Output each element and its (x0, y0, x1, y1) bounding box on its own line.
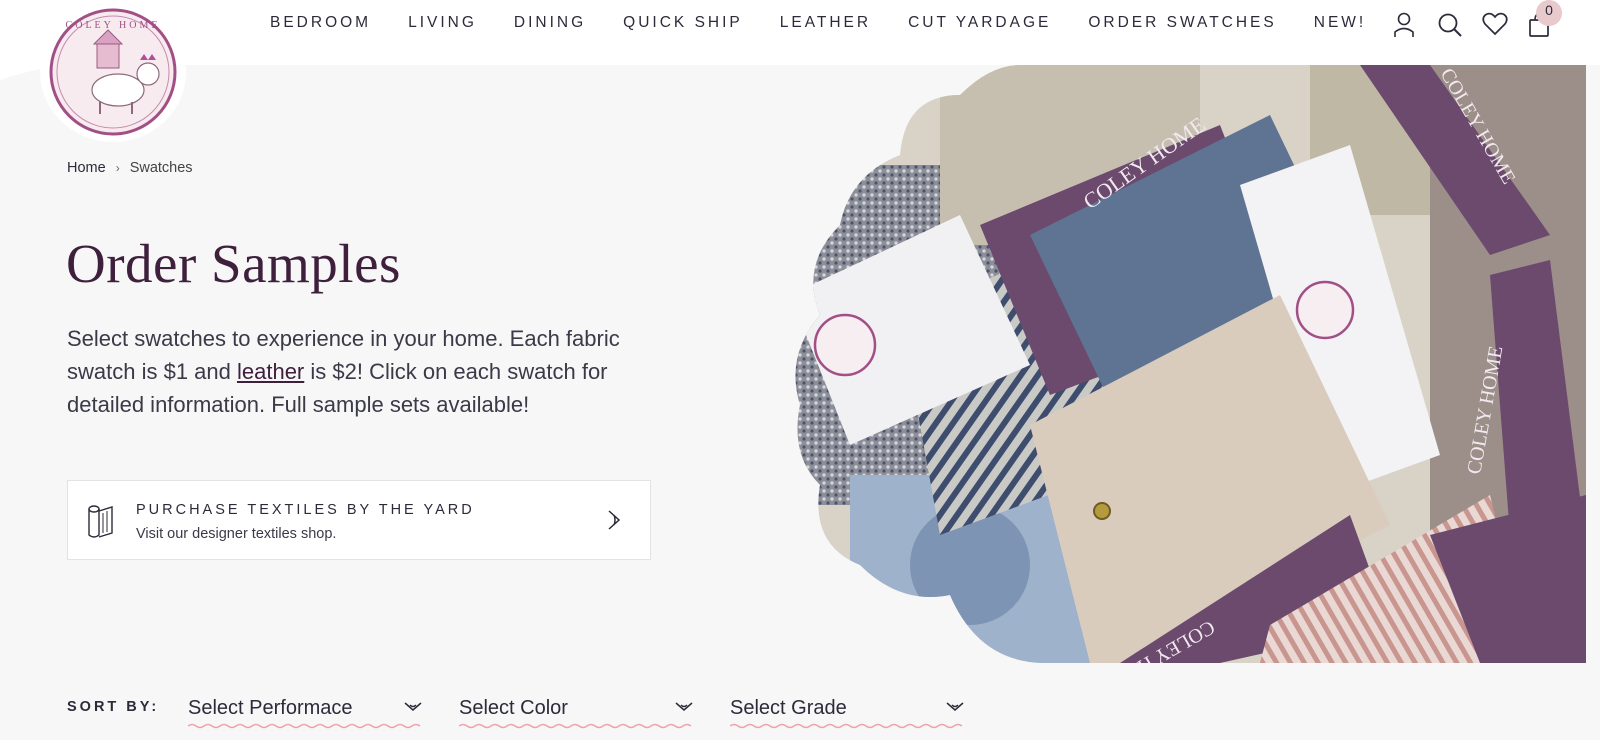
heart-icon[interactable] (1482, 8, 1510, 42)
nav-bedroom[interactable]: BEDROOM (270, 14, 371, 32)
performance-select-value: Select Performace (188, 697, 353, 719)
breadcrumb: Home › Swatches (67, 160, 193, 176)
fabric-roll-icon (88, 505, 113, 538)
logo-text: COLEY HOME (66, 20, 161, 31)
breadcrumb-home[interactable]: Home (67, 160, 106, 176)
nav-order-swatches[interactable]: ORDER SWATCHES (1088, 14, 1276, 32)
grade-select-value: Select Grade (730, 697, 847, 719)
nav-living[interactable]: LIVING (408, 14, 477, 32)
nav-quick-ship[interactable]: QUICK SHIP (623, 14, 743, 32)
nav-dining[interactable]: DINING (514, 14, 586, 32)
select-underline (459, 723, 692, 729)
user-icon[interactable] (1392, 8, 1420, 42)
grade-select[interactable]: Select Grade (730, 693, 964, 729)
breadcrumb-current: Swatches (129, 160, 193, 176)
promo-title: PURCHASE TEXTILES BY THE YARD (136, 502, 475, 518)
shopping-bag-icon[interactable]: 0 (1527, 0, 1562, 42)
nav-leather[interactable]: LEATHER (780, 14, 871, 32)
select-underline (730, 723, 963, 729)
chevron-right-icon: › (115, 161, 120, 175)
chevron-down-icon (404, 702, 422, 711)
nav-cut-yardage[interactable]: CUT YARDAGE (908, 14, 1051, 32)
leather-link[interactable]: leather (237, 359, 304, 384)
search-icon[interactable] (1437, 8, 1465, 42)
arrow-right-icon (608, 510, 621, 530)
nav-new[interactable]: NEW! (1314, 14, 1366, 32)
promo-subtitle: Visit our designer textiles shop. (136, 526, 337, 542)
performance-select[interactable]: Select Performace (188, 693, 422, 729)
textiles-promo-card[interactable]: PURCHASE TEXTILES BY THE YARD Visit our … (67, 480, 651, 560)
header-icons: 0 (1375, 0, 1562, 42)
chevron-down-icon (675, 702, 693, 711)
select-underline (188, 723, 421, 729)
chevron-down-icon (946, 702, 964, 711)
intro-text: Select swatches to experience in your ho… (67, 322, 667, 421)
swatches-hero-image: COLEY HOME COLEY HOME COLEY HOME COLEY H… (795, 65, 1586, 663)
color-select-value: Select Color (459, 697, 568, 719)
sort-by-label: SORT BY: (67, 699, 160, 715)
site-logo[interactable]: COLEY HOME (40, 2, 186, 142)
page-title: Order Samples (66, 233, 401, 294)
main-nav: BEDROOM LIVING DINING QUICK SHIP LEATHER… (270, 14, 1403, 32)
color-select[interactable]: Select Color (459, 693, 693, 729)
cart-count-badge: 0 (1536, 0, 1562, 26)
